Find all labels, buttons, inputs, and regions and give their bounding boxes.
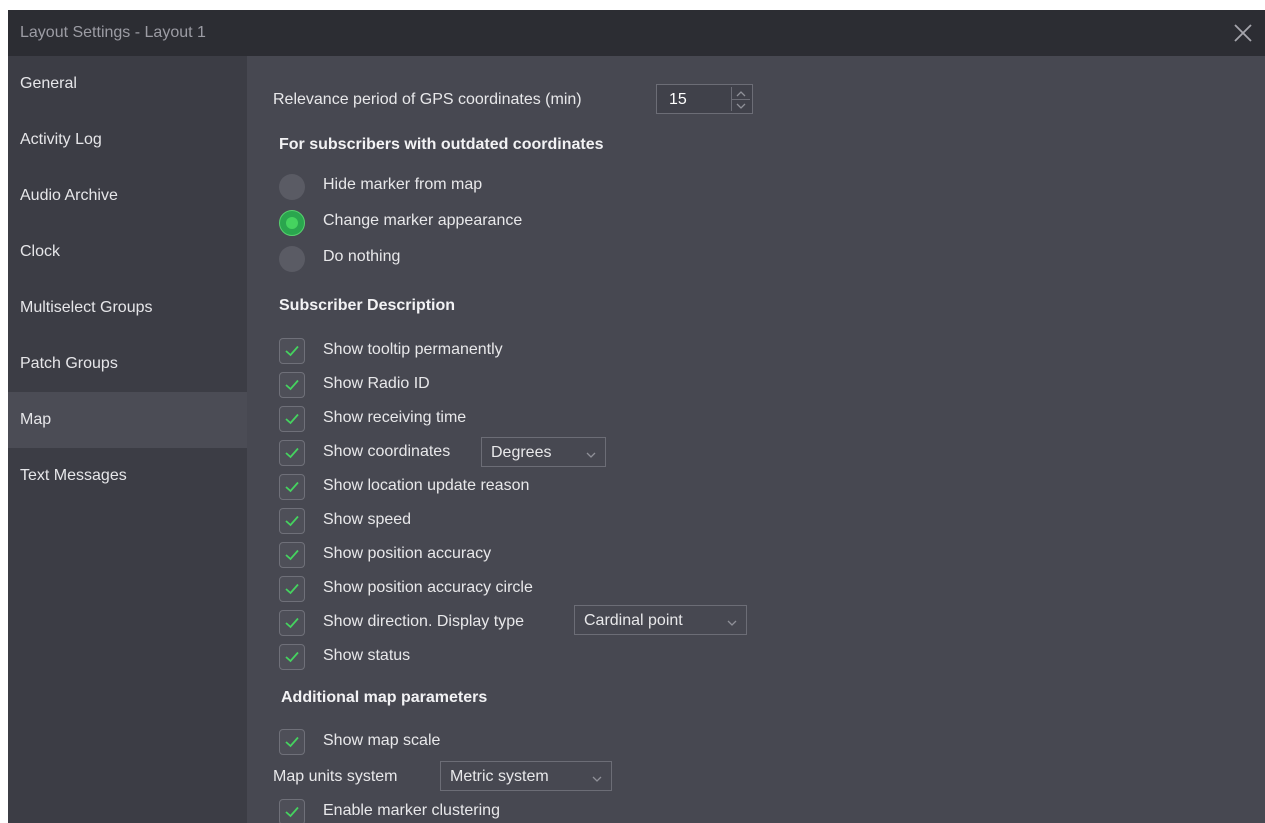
map-settings-panel: Relevance period of GPS coordinates (min… xyxy=(247,56,1265,823)
checkbox-coordinates[interactable] xyxy=(279,440,305,466)
sidebar-item-label: Clock xyxy=(20,243,61,260)
direction-display-type-value: Cardinal point xyxy=(584,612,683,629)
checkbox-radio-id[interactable] xyxy=(279,372,305,398)
radio-hide-marker[interactable] xyxy=(279,174,305,200)
sidebar-item-activity-log[interactable]: Activity Log xyxy=(8,112,247,168)
checkbox-coordinates-label: Show coordinates xyxy=(323,443,451,460)
checkbox-marker-clustering[interactable] xyxy=(279,799,305,823)
sidebar-item-label: Patch Groups xyxy=(20,355,118,372)
checkbox-map-scale-label: Show map scale xyxy=(323,732,441,749)
sidebar: General Activity Log Audio Archive Clock… xyxy=(8,56,247,823)
radio-do-nothing[interactable] xyxy=(279,246,305,272)
checkbox-status-label: Show status xyxy=(323,647,411,664)
sidebar-item-label: Multiselect Groups xyxy=(20,299,153,316)
checkbox-position-accuracy-label: Show position accuracy xyxy=(323,545,492,562)
checkbox-speed[interactable] xyxy=(279,508,305,534)
checkbox-direction-label: Show direction. Display type xyxy=(323,613,524,630)
spin-down-button[interactable] xyxy=(732,99,750,111)
chevron-down-icon xyxy=(591,771,603,789)
radio-change-marker[interactable] xyxy=(279,210,305,236)
checkbox-receiving-time-label: Show receiving time xyxy=(323,409,467,426)
gps-relevance-label: Relevance period of GPS coordinates (min… xyxy=(273,91,582,108)
sidebar-item-label: Audio Archive xyxy=(20,187,118,204)
checkbox-location-update-reason-label: Show location update reason xyxy=(323,477,530,494)
checkbox-direction[interactable] xyxy=(279,610,305,636)
direction-display-type-select[interactable]: Cardinal point xyxy=(574,605,747,635)
checkbox-status[interactable] xyxy=(279,644,305,670)
checkbox-map-scale[interactable] xyxy=(279,729,305,755)
sidebar-item-text-messages[interactable]: Text Messages xyxy=(8,448,247,504)
map-units-select[interactable]: Metric system xyxy=(440,761,612,791)
sidebar-item-label: Text Messages xyxy=(20,467,127,484)
checkbox-position-accuracy[interactable] xyxy=(279,542,305,568)
checkbox-speed-label: Show speed xyxy=(323,511,412,528)
window-title: Layout Settings - Layout 1 xyxy=(20,24,206,41)
close-icon[interactable] xyxy=(1231,21,1255,45)
sidebar-item-label: Map xyxy=(20,411,52,428)
sidebar-item-label: General xyxy=(20,75,77,92)
chevron-down-icon xyxy=(585,447,597,465)
coordinates-format-value: Degrees xyxy=(491,444,552,461)
coordinates-format-select[interactable]: Degrees xyxy=(481,437,606,467)
checkbox-radio-id-label: Show Radio ID xyxy=(323,375,430,392)
sidebar-item-label: Activity Log xyxy=(20,131,102,148)
checkbox-location-update-reason[interactable] xyxy=(279,474,305,500)
sidebar-item-clock[interactable]: Clock xyxy=(8,224,247,280)
radio-change-marker-label: Change marker appearance xyxy=(323,212,523,229)
radio-do-nothing-label: Do nothing xyxy=(323,248,401,265)
sidebar-item-patch-groups[interactable]: Patch Groups xyxy=(8,336,247,392)
map-params-section-heading: Additional map parameters xyxy=(281,689,488,706)
chevron-down-icon xyxy=(726,615,738,633)
map-units-value: Metric system xyxy=(450,768,549,785)
map-units-label: Map units system xyxy=(273,768,398,785)
checkbox-receiving-time[interactable] xyxy=(279,406,305,432)
layout-settings-window: Layout Settings - Layout 1 General Activ… xyxy=(8,10,1265,823)
checkbox-accuracy-circle[interactable] xyxy=(279,576,305,602)
sidebar-item-audio-archive[interactable]: Audio Archive xyxy=(8,168,247,224)
sidebar-item-multiselect-groups[interactable]: Multiselect Groups xyxy=(8,280,247,336)
checkbox-marker-clustering-label: Enable marker clustering xyxy=(323,802,500,819)
description-section-heading: Subscriber Description xyxy=(279,297,456,314)
gps-relevance-value: 15 xyxy=(669,91,687,108)
outdated-section-heading: For subscribers with outdated coordinate… xyxy=(279,136,604,153)
checkbox-tooltip-permanent-label: Show tooltip permanently xyxy=(323,341,503,358)
gps-relevance-spinbox[interactable]: 15 xyxy=(656,84,753,114)
radio-hide-marker-label: Hide marker from map xyxy=(323,176,483,193)
sidebar-item-general[interactable]: General xyxy=(8,56,247,112)
checkbox-tooltip-permanent[interactable] xyxy=(279,338,305,364)
checkbox-accuracy-circle-label: Show position accuracy circle xyxy=(323,579,533,596)
sidebar-item-map[interactable]: Map xyxy=(8,392,247,448)
title-bar: Layout Settings - Layout 1 xyxy=(8,10,1265,56)
